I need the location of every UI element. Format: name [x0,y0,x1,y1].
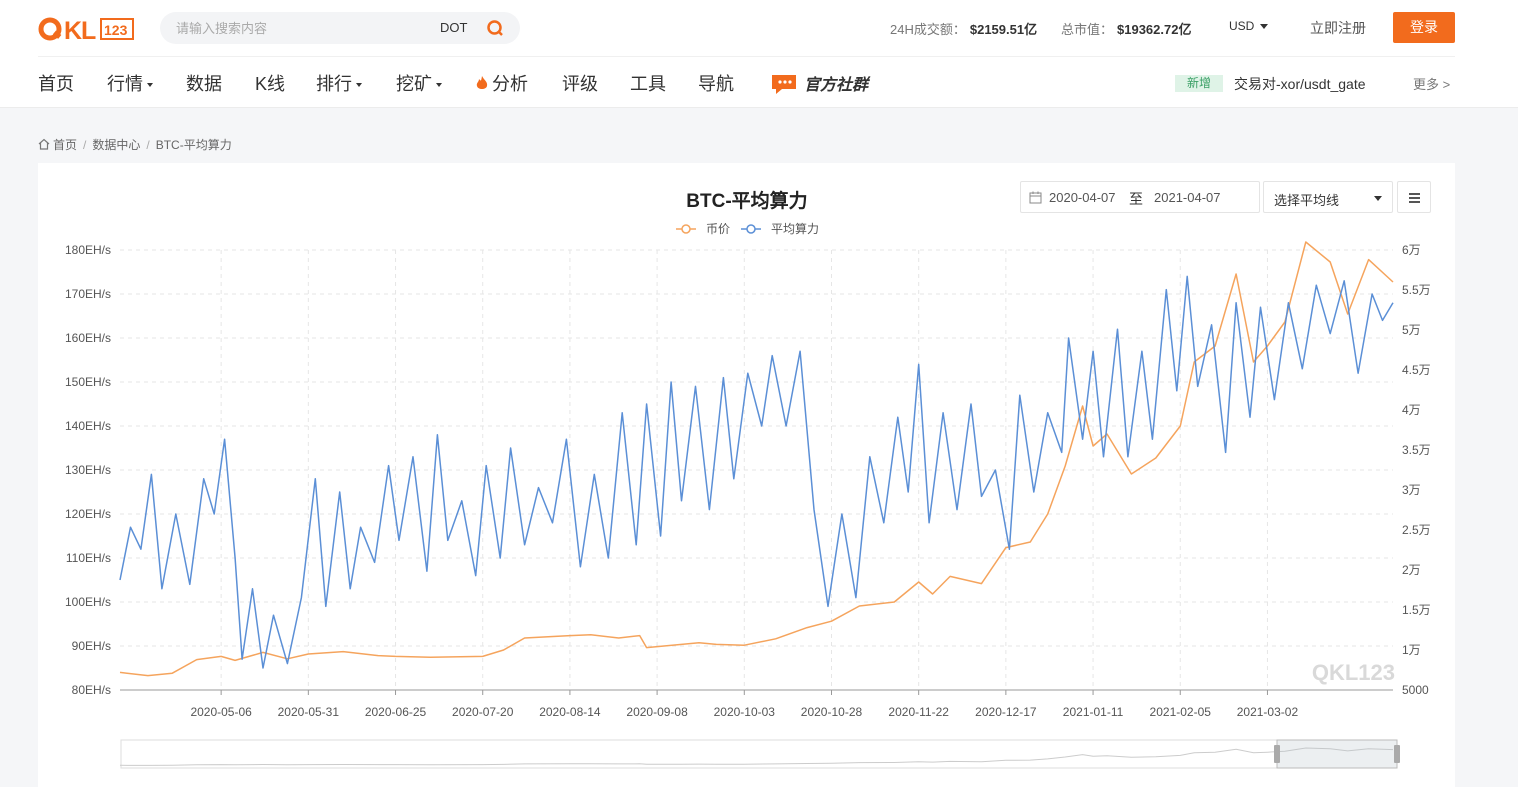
x-tick-label: 2020-11-22 [888,705,949,719]
y-right-tick-label: 5000 [1402,683,1429,697]
x-tick-label: 2021-03-02 [1237,705,1299,719]
y-right-tick-label: 1.5万 [1402,603,1431,617]
y-right-tick-label: 2.5万 [1402,523,1431,537]
y-right-tick-label: 2万 [1402,563,1421,577]
y-left-tick-label: 120EH/s [65,507,111,521]
y-left-tick-label: 170EH/s [65,287,111,301]
y-right-tick-label: 4.5万 [1402,363,1431,377]
x-tick-label: 2021-02-05 [1150,705,1212,719]
y-left-tick-label: 180EH/s [65,243,111,257]
y-right-tick-label: 6万 [1402,243,1421,257]
x-tick-label: 2020-05-31 [278,705,340,719]
y-left-tick-label: 150EH/s [65,375,111,389]
y-left-tick-label: 90EH/s [72,639,111,653]
x-tick-label: 2020-09-08 [626,705,688,719]
legend-marker [746,224,756,234]
hashrate-price-chart: 80EH/s 90EH/s 100EH/s 110EH/s 120EH/s 130EH/s… [65,221,1431,769]
zoom-slider-handle[interactable] [1274,745,1280,763]
y-left-tick-label: 80EH/s [72,683,111,697]
y-right-tick-label: 3万 [1402,483,1421,497]
y-left-tick-label: 140EH/s [65,419,111,433]
y-right-tick-label: 5.5万 [1402,283,1431,297]
series-line-price [119,241,1394,677]
legend-label: 平均算力 [771,221,819,236]
y-left-tick-label: 110EH/s [66,551,111,565]
x-tick-label: 2020-06-25 [365,705,427,719]
chart-watermark: QKL123 [1312,660,1395,685]
y-left-tick-label: 100EH/s [65,595,111,609]
y-right-tick-label: 4万 [1402,403,1421,417]
series-line-hashrate [119,275,1394,669]
y-right-tick-label: 5万 [1402,323,1421,337]
x-tick-label: 2020-10-03 [714,705,776,719]
legend-label: 币价 [706,222,730,236]
x-tick-label: 2020-07-20 [452,705,514,719]
zoom-slider-window[interactable] [1276,739,1398,769]
legend-marker [681,224,691,234]
x-tick-label: 2020-08-14 [539,705,601,719]
y-right-tick-label: 3.5万 [1402,443,1431,457]
x-tick-label: 2020-05-06 [190,705,252,719]
x-tick-label: 2020-12-17 [975,705,1037,719]
x-tick-label: 2021-01-11 [1063,705,1124,719]
y-right-tick-label: 1万 [1402,643,1421,657]
x-tick-label: 2020-10-28 [801,705,863,719]
y-left-tick-label: 160EH/s [65,331,111,345]
y-left-tick-label: 130EH/s [65,463,111,477]
zoom-slider-handle[interactable] [1394,745,1400,763]
